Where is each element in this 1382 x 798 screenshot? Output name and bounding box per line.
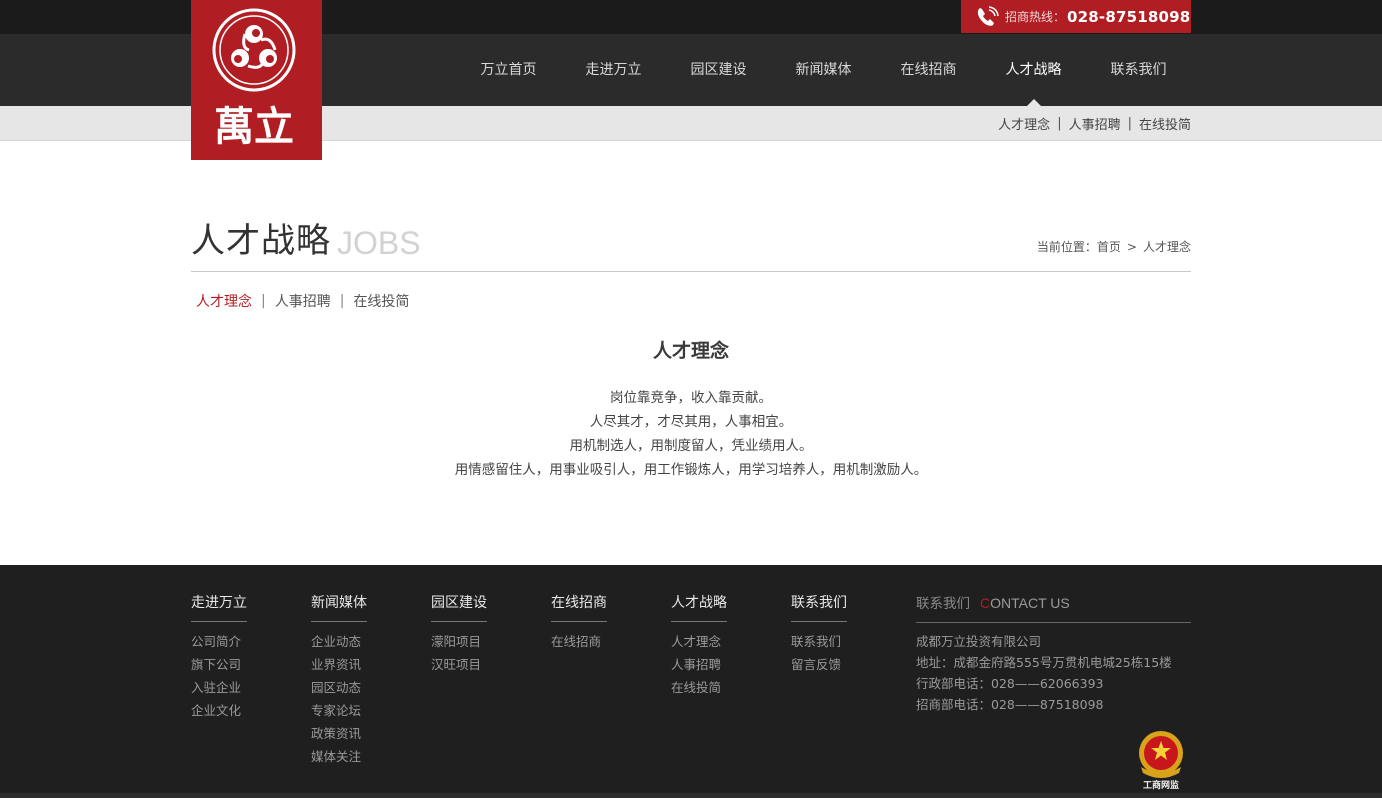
page-title-cn: 人才战略 — [191, 221, 331, 261]
phone-icon — [977, 5, 999, 26]
contact-biz-phone: 招商部电话：028——87518098 — [916, 697, 1104, 712]
breadcrumb-prefix: 当前位置： — [1036, 240, 1097, 254]
badge-text: 工商网监 — [1143, 779, 1179, 791]
subnav-item-philosophy[interactable]: 人才理念 — [998, 114, 1050, 133]
footer-link[interactable]: 濛阳项目 — [431, 630, 541, 653]
nav-item-investment[interactable]: 在线招商 — [876, 34, 981, 106]
footer-link[interactable]: 业界资讯 — [311, 653, 421, 676]
content-body: 岗位靠竞争，收入靠贡献。 人尽其才，才尽其用，人事相宜。 用机制选人，用制度留人… — [191, 386, 1191, 482]
nav-item-home[interactable]: 万立首页 — [456, 34, 561, 106]
contact-admin-phone: 行政部电话：028——62066393 — [916, 676, 1104, 691]
footer-col-title: 人才战略 — [671, 592, 727, 622]
footer-col-contact: 联系我们 联系我们 留言反馈 — [791, 592, 901, 676]
nav-item-contact[interactable]: 联系我们 — [1086, 34, 1191, 106]
content-line: 岗位靠竞争，收入靠贡献。 — [610, 390, 772, 406]
footer-col-talent: 人才战略 人才理念 人事招聘 在线投简 — [671, 592, 781, 699]
hotline-box: 招商热线： 028-87518098 — [961, 0, 1191, 33]
footer-link[interactable]: 人才理念 — [671, 630, 781, 653]
contact-company: 成都万立投资有限公司 — [916, 634, 1042, 649]
footer-link[interactable]: 在线投简 — [671, 676, 781, 699]
page-title: 人才战略 JOBS — [191, 214, 421, 262]
sub-nav: 人才理念 | 人事招聘 | 在线投简 — [998, 106, 1191, 140]
footer-link[interactable]: 旗下公司 — [191, 653, 301, 676]
page-title-en: JOBS — [337, 225, 421, 261]
footer-col-about: 走进万立 公司简介 旗下公司 入驻企业 企业文化 — [191, 592, 301, 722]
nav-item-talent[interactable]: 人才战略 — [981, 34, 1086, 106]
content-title: 人才理念 — [652, 340, 729, 362]
footer-col-title: 新闻媒体 — [311, 592, 367, 622]
breadcrumb-arrow: > — [1126, 240, 1137, 254]
content-tabs: 人才理念 | 人事招聘 | 在线投简 — [196, 291, 409, 311]
footer-col-park: 园区建设 濛阳项目 汉旺项目 — [431, 592, 541, 676]
title-divider — [191, 271, 1191, 272]
logo-text: 萬立 — [214, 103, 294, 150]
contact-title-en: CONTACT US — [980, 595, 1070, 611]
footer-contact-info: 联系我们 CONTACT US 成都万立投资有限公司 地址：成都金府路555号万贯… — [916, 592, 1191, 715]
footer-link[interactable]: 媒体关注 — [311, 745, 421, 768]
footer-link[interactable]: 人事招聘 — [671, 653, 781, 676]
footer-link[interactable]: 在线招商 — [551, 630, 661, 653]
tab-recruitment[interactable]: 人事招聘 — [275, 291, 331, 311]
footer-bottom-strip — [0, 793, 1382, 798]
footer-col-investment: 在线招商 在线招商 — [551, 592, 661, 653]
footer-link[interactable]: 企业动态 — [311, 630, 421, 653]
subnav-item-resume[interactable]: 在线投简 — [1139, 114, 1191, 133]
logo-emblem-icon: 萬立 — [212, 8, 296, 150]
hotline-label: 招商热线： — [1005, 10, 1066, 24]
footer-link[interactable]: 政策资讯 — [311, 722, 421, 745]
main-nav: 万立首页 走进万立 园区建设 新闻媒体 在线招商 人才战略 联系我们 — [456, 34, 1191, 106]
footer-link[interactable]: 公司简介 — [191, 630, 301, 653]
site-logo[interactable]: 萬立 — [191, 0, 322, 160]
contact-title-en-accent: C — [980, 595, 991, 611]
hotline-number: 028-87518098 — [1067, 7, 1191, 26]
footer-link[interactable]: 园区动态 — [311, 676, 421, 699]
footer-link[interactable]: 留言反馈 — [791, 653, 901, 676]
breadcrumb: 当前位置：首页 > 人才理念 — [1037, 238, 1191, 255]
nav-item-about[interactable]: 走进万立 — [561, 34, 666, 106]
footer-link[interactable]: 汉旺项目 — [431, 653, 541, 676]
footer-link[interactable]: 专家论坛 — [311, 699, 421, 722]
footer-link[interactable]: 联系我们 — [791, 630, 901, 653]
subnav-separator: | — [1057, 115, 1062, 131]
footer-link[interactable]: 入驻企业 — [191, 676, 301, 699]
footer-col-news: 新闻媒体 企业动态 业界资讯 园区动态 专家论坛 政策资讯 媒体关注 — [311, 592, 421, 768]
tab-resume[interactable]: 在线投简 — [353, 291, 409, 311]
subnav-item-recruitment[interactable]: 人事招聘 — [1069, 114, 1121, 133]
footer-col-title: 走进万立 — [191, 592, 247, 622]
contact-title-en-rest: ONTACT US — [990, 595, 1070, 611]
contact-title-cn: 联系我们 — [916, 596, 970, 612]
footer-col-title: 园区建设 — [431, 592, 487, 622]
subnav-separator: | — [1127, 115, 1132, 131]
tab-philosophy[interactable]: 人才理念 — [196, 291, 252, 311]
nav-item-park[interactable]: 园区建设 — [666, 34, 771, 106]
tab-separator: | — [339, 293, 345, 309]
footer-link[interactable]: 企业文化 — [191, 699, 301, 722]
nav-item-news[interactable]: 新闻媒体 — [771, 34, 876, 106]
content-line: 人尽其才，才尽其用，人事相宜。 — [589, 414, 793, 430]
national-emblem-icon: 工商网监 — [1139, 731, 1183, 791]
breadcrumb-home-link[interactable]: 首页 — [1097, 240, 1121, 254]
content-line: 用情感留住人，用事业吸引人，用工作锻炼人，用学习培养人，用机制激励人。 — [454, 462, 928, 478]
breadcrumb-current: 人才理念 — [1142, 240, 1191, 254]
content-line: 用机制选人，用制度留人，凭业绩用人。 — [569, 438, 813, 454]
business-license-badge[interactable]: 工商网监 — [1133, 727, 1189, 791]
tab-separator: | — [261, 293, 266, 309]
contact-address: 地址：成都金府路555号万贯机电城25栋15楼 — [916, 655, 1172, 670]
footer-contact-title: 联系我们 CONTACT US — [916, 592, 1191, 623]
footer-col-title: 联系我们 — [791, 592, 847, 622]
footer-col-title: 在线招商 — [551, 592, 607, 622]
